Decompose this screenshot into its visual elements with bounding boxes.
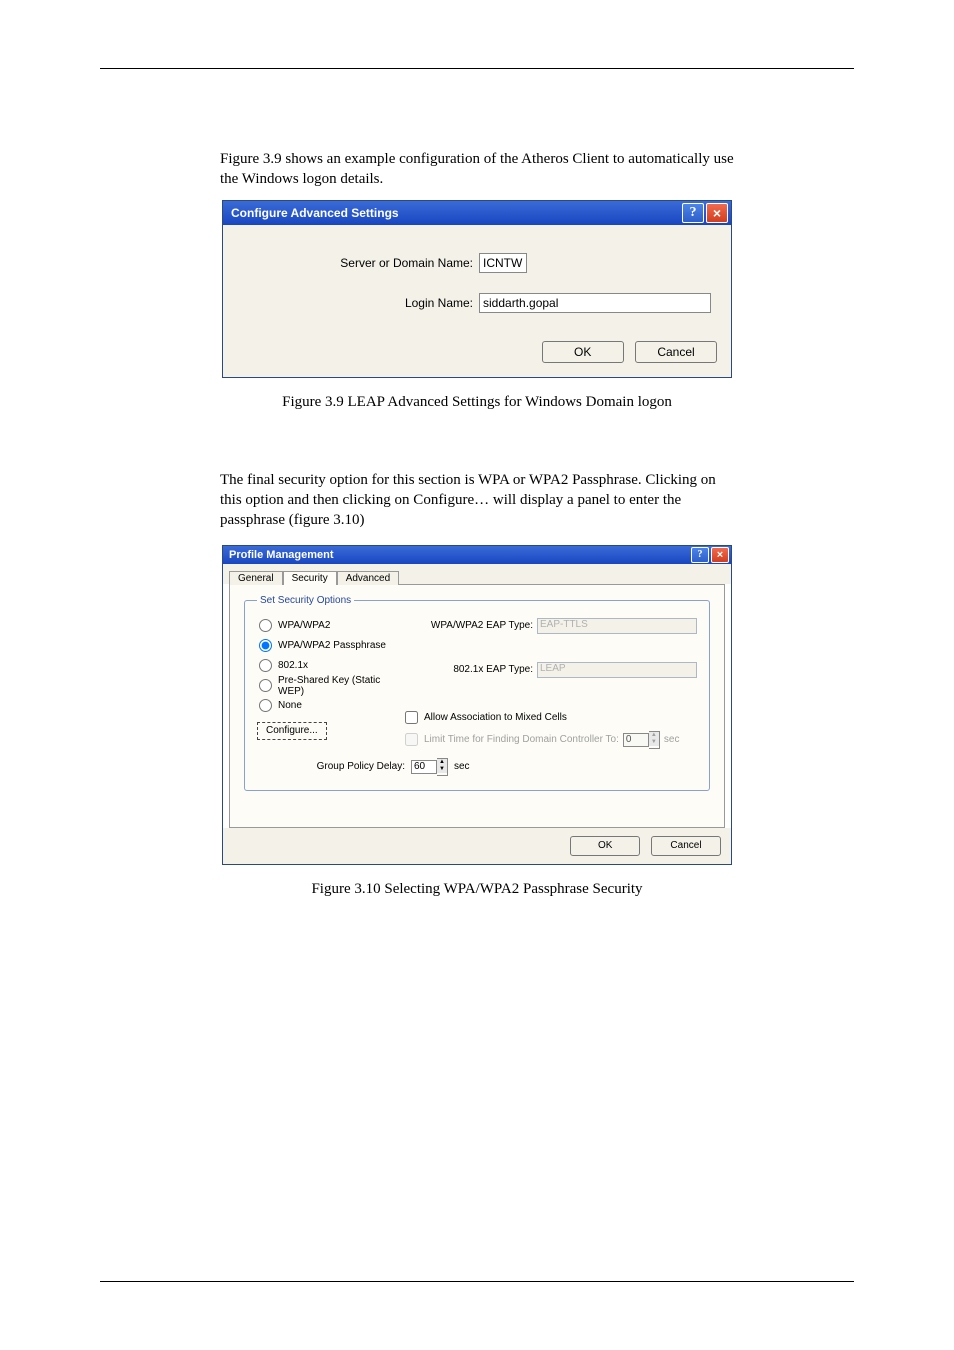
- limit-time-input: [623, 733, 649, 747]
- help-icon[interactable]: ?: [691, 547, 709, 563]
- server-domain-input[interactable]: [479, 253, 527, 273]
- close-icon[interactable]: ×: [706, 203, 728, 223]
- checkbox-limit-time: [405, 733, 418, 746]
- radio-preshared-key-label: Pre-Shared Key (Static WEP): [278, 675, 405, 697]
- dialog-title: Profile Management: [229, 549, 334, 561]
- radio-8021x-label: 802.1x: [278, 660, 308, 671]
- figure-caption-1: Figure 3.9 LEAP Advanced Settings for Wi…: [220, 392, 734, 412]
- titlebar: Profile Management ? ×: [223, 546, 731, 564]
- group-policy-delay-input[interactable]: [411, 760, 437, 774]
- login-name-label: Login Name:: [237, 296, 479, 310]
- checkbox-mixed-cells-label: Allow Association to Mixed Cells: [424, 712, 567, 723]
- radio-wpa-label: WPA/WPA2: [278, 620, 330, 631]
- wpa-eap-type-select: EAP-TTLS: [537, 618, 697, 634]
- paragraph-3: The final security option for this secti…: [220, 470, 734, 531]
- ok-button[interactable]: OK: [542, 341, 624, 363]
- dialog-profile-management: Profile Management ? × General Security …: [222, 545, 732, 865]
- figure-caption-2: Figure 3.10 Selecting WPA/WPA2 Passphras…: [220, 879, 734, 899]
- radio-none-label: None: [278, 700, 302, 711]
- cancel-button[interactable]: Cancel: [651, 836, 721, 856]
- dialog-title: Configure Advanced Settings: [231, 206, 399, 220]
- paragraph-1: Figure 3.9 shows an example configuratio…: [220, 149, 734, 190]
- group-policy-delay-label: Group Policy Delay:: [257, 761, 411, 772]
- login-name-input[interactable]: [479, 293, 711, 313]
- tab-security[interactable]: Security: [283, 571, 337, 585]
- dialog-configure-advanced-settings: Configure Advanced Settings ? × Server o…: [222, 200, 732, 378]
- spinner-arrows-icon[interactable]: ▲▼: [437, 758, 448, 776]
- checkbox-mixed-cells[interactable]: [405, 711, 418, 724]
- 8021x-eap-type-label: 802.1x EAP Type:: [405, 664, 537, 675]
- radio-wpa-passphrase-label: WPA/WPA2 Passphrase: [278, 640, 386, 651]
- close-icon[interactable]: ×: [711, 547, 729, 563]
- help-icon[interactable]: ?: [682, 203, 704, 223]
- tab-general[interactable]: General: [229, 571, 283, 585]
- 8021x-eap-type-select: LEAP: [537, 662, 697, 678]
- sec-unit-label: sec: [454, 761, 470, 772]
- radio-wpa[interactable]: [259, 619, 272, 632]
- radio-8021x[interactable]: [259, 659, 272, 672]
- checkbox-limit-time-label: Limit Time for Finding Domain Controller…: [424, 734, 619, 745]
- radio-none[interactable]: [259, 699, 272, 712]
- radio-preshared-key[interactable]: [259, 679, 272, 692]
- wpa-eap-type-label: WPA/WPA2 EAP Type:: [405, 620, 537, 631]
- titlebar: Configure Advanced Settings ? ×: [223, 201, 731, 225]
- cancel-button[interactable]: Cancel: [635, 341, 717, 363]
- server-domain-label: Server or Domain Name:: [237, 256, 479, 270]
- radio-wpa-passphrase[interactable]: [259, 639, 272, 652]
- fieldset-legend: Set Security Options: [257, 595, 354, 606]
- tab-advanced[interactable]: Advanced: [337, 571, 399, 585]
- sec-unit-label: sec: [664, 734, 680, 745]
- configure-button[interactable]: Configure...: [257, 722, 327, 740]
- spinner-arrows-icon: ▲▼: [649, 731, 660, 749]
- ok-button[interactable]: OK: [570, 836, 640, 856]
